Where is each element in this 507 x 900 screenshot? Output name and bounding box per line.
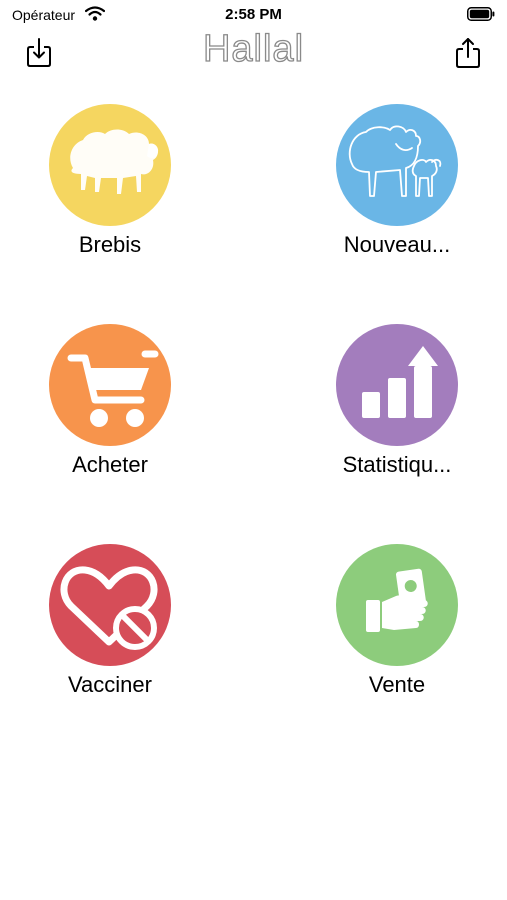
bar-chart-up-icon: [362, 346, 438, 418]
menu-item-brebis[interactable]: Brebis: [0, 104, 220, 274]
menu-label: Statistiqu...: [342, 452, 452, 477]
menu-circle: [336, 544, 458, 666]
hand-money-icon: [366, 568, 428, 632]
status-time: 2:58 PM: [225, 6, 282, 23]
battery-icon: [467, 7, 495, 26]
heart-forbidden-icon: [60, 566, 158, 650]
menu-label: Vacciner: [68, 672, 152, 697]
sheep-and-lamb-icon: [348, 125, 442, 197]
menu-circle: [49, 544, 171, 666]
menu-label: Nouveau...: [343, 232, 451, 257]
menu-label: Vente: [368, 672, 426, 697]
app-title: Hallal: [202, 27, 305, 70]
menu-circle: [336, 104, 458, 226]
menu-item-statistiques[interactable]: Statistiqu...: [287, 324, 507, 494]
status-bar: Opérateur 2:58 PM: [0, 0, 507, 30]
menu-label: Acheter: [72, 452, 148, 477]
share-button[interactable]: [451, 36, 485, 70]
menu-item-nouveau[interactable]: Nouveau...: [287, 104, 507, 274]
menu-item-acheter[interactable]: Acheter: [0, 324, 220, 494]
navigation-bar: Hallal: [0, 27, 507, 76]
menu-circle: [49, 104, 171, 226]
share-icon: [456, 38, 480, 68]
shopping-cart-icon: [67, 350, 159, 427]
menu-circle: [49, 324, 171, 446]
menu-item-vente[interactable]: Vente: [287, 544, 507, 714]
menu-circle: [336, 324, 458, 446]
menu-item-vacciner[interactable]: Vacciner: [0, 544, 220, 714]
menu-label: Brebis: [78, 232, 142, 257]
sheep-icon: [70, 129, 159, 194]
